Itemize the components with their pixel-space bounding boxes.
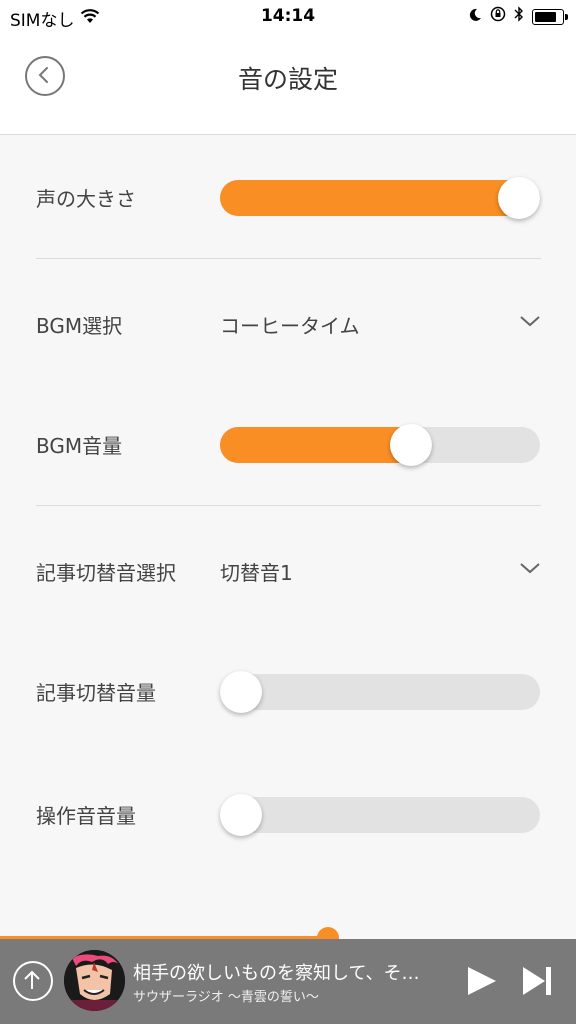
voice-volume-slider[interactable] xyxy=(220,177,540,219)
article-sound-volume-slider[interactable] xyxy=(220,671,540,713)
voice-volume-thumb[interactable] xyxy=(498,177,540,219)
status-right xyxy=(468,6,568,27)
artwork-thumbnail xyxy=(64,950,125,1011)
operation-sound-volume-slider[interactable] xyxy=(220,794,540,836)
operation-sound-volume-thumb[interactable] xyxy=(220,794,262,836)
article-sound-volume-row: 記事切替音量 xyxy=(36,671,541,713)
bgm-volume-label: BGM音量 xyxy=(36,434,123,458)
operation-sound-volume-label: 操作音音量 xyxy=(36,804,136,828)
mini-player[interactable]: 相手の欲しいものを察知して、そ… サウザーラジオ 〜青雲の誓い〜 xyxy=(0,939,576,1024)
skip-next-icon xyxy=(523,967,551,995)
operation-sound-volume-row: 操作音音量 xyxy=(36,794,541,836)
next-button[interactable] xyxy=(521,966,553,1000)
chevron-down-icon[interactable] xyxy=(519,313,541,332)
bgm-select-label: BGM選択 xyxy=(36,314,123,338)
expand-player-button[interactable] xyxy=(13,961,53,1001)
chevron-down-icon[interactable] xyxy=(519,560,541,579)
divider xyxy=(36,258,541,259)
bgm-select-value[interactable]: コーヒータイム xyxy=(220,310,360,339)
article-sound-select-row[interactable]: 記事切替音選択 切替音1 xyxy=(36,552,541,588)
bgm-volume-row: BGM音量 xyxy=(36,424,541,466)
bgm-select-row[interactable]: BGM選択 コーヒータイム xyxy=(36,305,541,341)
article-sound-select-value[interactable]: 切替音1 xyxy=(220,557,293,586)
track-title: 相手の欲しいものを察知して、そ… xyxy=(133,963,420,984)
article-sound-volume-label: 記事切替音量 xyxy=(36,681,156,705)
article-sound-volume-thumb[interactable] xyxy=(220,671,262,713)
voice-volume-label: 声の大きさ xyxy=(36,187,136,211)
track-subtitle: サウザーラジオ 〜青雲の誓い〜 xyxy=(133,990,319,1005)
header: 音の設定 xyxy=(0,34,576,135)
status-bar: SIMなし 14:14 xyxy=(0,0,576,34)
play-button[interactable] xyxy=(466,966,498,1000)
play-icon xyxy=(468,967,496,995)
divider xyxy=(36,505,541,506)
arrow-up-icon xyxy=(24,970,40,989)
bgm-volume-thumb[interactable] xyxy=(389,424,432,466)
bgm-volume-slider[interactable] xyxy=(220,424,540,466)
rotation-lock-icon xyxy=(490,6,506,27)
battery-icon xyxy=(532,8,568,25)
page-title: 音の設定 xyxy=(237,65,338,94)
moon-icon xyxy=(468,7,482,27)
voice-volume-fill xyxy=(220,180,540,216)
bluetooth-icon xyxy=(514,6,524,27)
voice-volume-row: 声の大きさ xyxy=(36,177,541,219)
article-sound-select-label: 記事切替音選択 xyxy=(36,561,176,585)
